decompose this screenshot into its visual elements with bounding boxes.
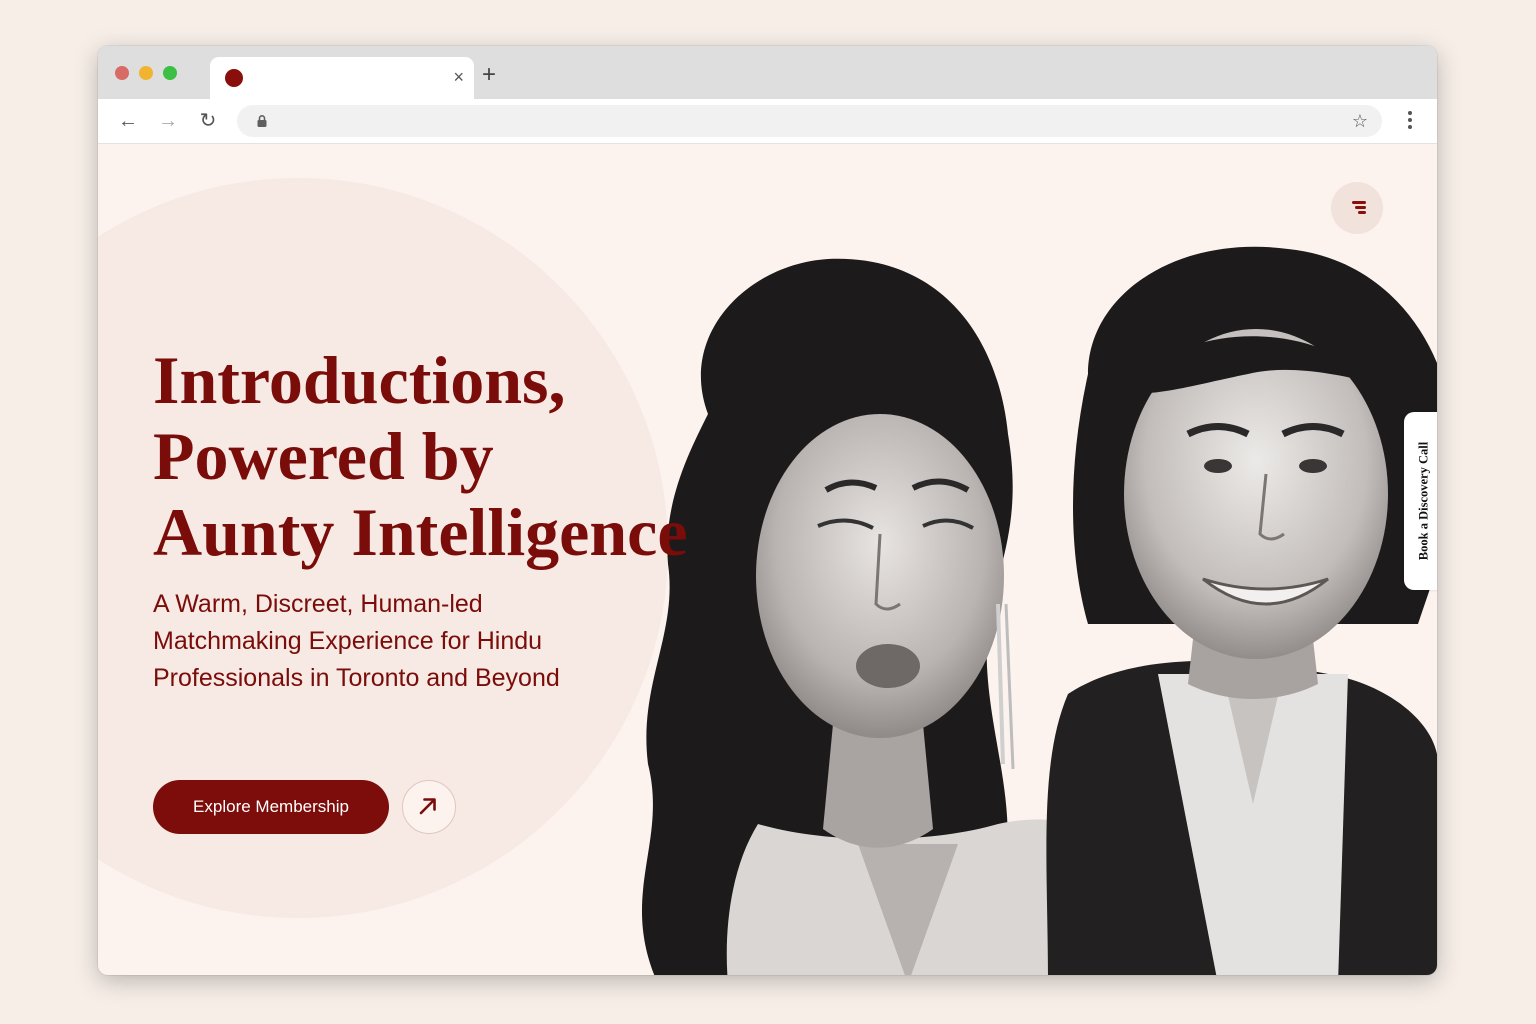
arrow-up-right-icon[interactable] bbox=[402, 780, 456, 834]
hamburger-menu-icon[interactable] bbox=[1331, 182, 1383, 234]
headline-line-3: Aunty Intelligence bbox=[153, 494, 688, 570]
reload-icon[interactable]: ↻ bbox=[196, 109, 220, 133]
headline-line-2: Powered by bbox=[153, 418, 494, 494]
site-favicon-icon bbox=[225, 69, 243, 87]
back-arrow-icon[interactable]: ← bbox=[116, 109, 140, 133]
window-minimize-dot[interactable] bbox=[139, 66, 153, 80]
explore-membership-button[interactable]: Explore Membership bbox=[153, 780, 389, 834]
browser-tab[interactable]: × bbox=[210, 57, 474, 99]
hero-headline: Introductions, Powered by Aunty Intellig… bbox=[153, 342, 688, 570]
book-discovery-call-tab[interactable]: Book a Discovery Call bbox=[1404, 412, 1437, 590]
side-tab-label: Book a Discovery Call bbox=[1416, 441, 1431, 561]
tab-bar: × + bbox=[98, 46, 1437, 99]
tab-close-icon[interactable]: × bbox=[453, 66, 464, 88]
window-maximize-dot[interactable] bbox=[163, 66, 177, 80]
address-bar[interactable]: ☆ bbox=[237, 105, 1382, 137]
new-tab-button[interactable]: + bbox=[482, 63, 496, 87]
browser-menu-icon[interactable] bbox=[1407, 109, 1413, 133]
hero-subheading: A Warm, Discreet, Human-led Matchmaking … bbox=[153, 590, 560, 692]
hero-section: Introductions, Powered by Aunty Intellig… bbox=[98, 144, 1437, 975]
forward-arrow-icon[interactable]: → bbox=[156, 109, 180, 133]
headline-line-1: Introductions, bbox=[153, 342, 566, 418]
window-close-dot[interactable] bbox=[115, 66, 129, 80]
browser-toolbar: ← → ↻ ☆ bbox=[98, 99, 1437, 144]
lock-icon bbox=[257, 115, 267, 127]
couple-photo bbox=[641, 246, 1437, 975]
bookmark-star-icon[interactable]: ☆ bbox=[1352, 109, 1368, 133]
browser-window: × + ← → ↻ ☆ Introductions, Powered by Au… bbox=[98, 46, 1437, 975]
